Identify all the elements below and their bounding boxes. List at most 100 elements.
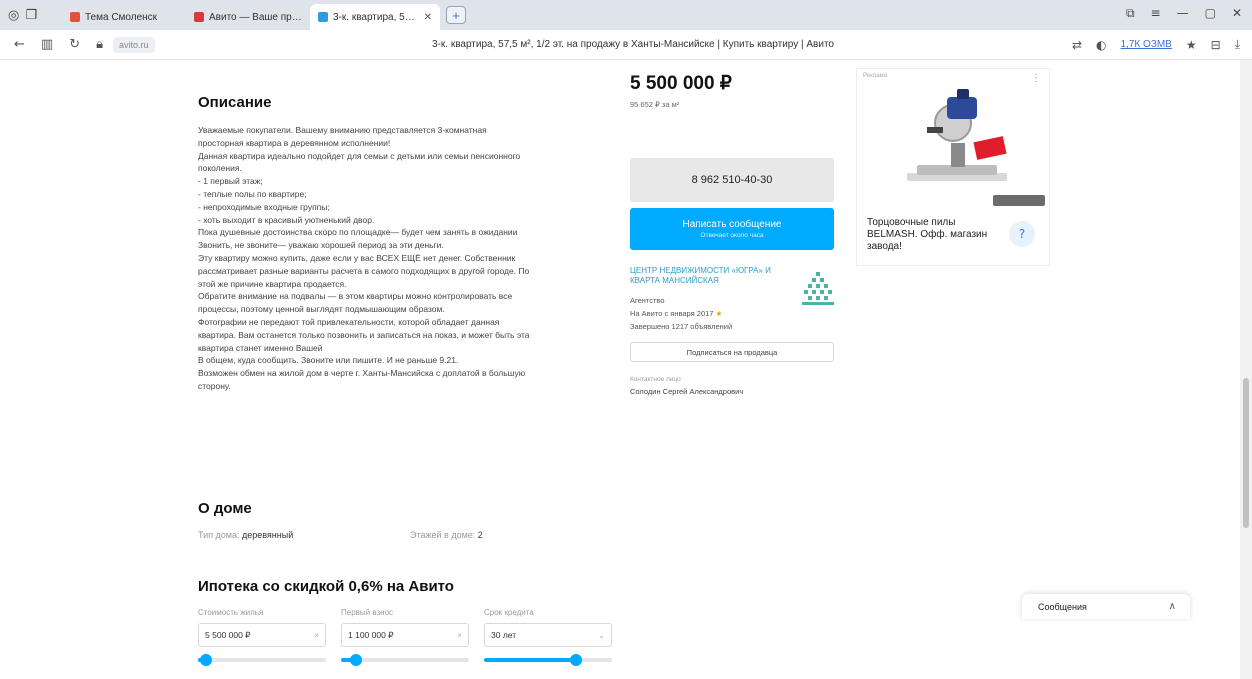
seller-since: На Авито с января 2017 ★: [630, 309, 722, 318]
messages-widget[interactable]: Сообщения ∧: [1022, 594, 1190, 619]
ad-banner[interactable]: Реклама ⋮ Торцовочные пилы BELMASH. Офф.…: [856, 68, 1050, 266]
description-line: сторону.: [198, 380, 231, 391]
domain-pill[interactable]: avito.ru: [113, 36, 155, 53]
tabs-icon[interactable]: ▥: [41, 37, 53, 52]
chevron-down-icon[interactable]: ⌄: [598, 631, 605, 640]
reading-list-icon[interactable]: ⊟: [1211, 38, 1221, 52]
page-scrollbar[interactable]: [1240, 60, 1252, 679]
description-line: - теплые полы по квартире;: [198, 188, 307, 199]
description-line: - хоть выходит в красивый уютненький дво…: [198, 214, 375, 225]
browser-tab-1[interactable]: Тема Смоленск: [62, 4, 186, 30]
description-line: квартира. Вам останется только позвонить…: [198, 329, 530, 340]
ad-tag: [993, 195, 1045, 206]
description-line: Пока душевные достоинства скоро по площа…: [198, 227, 518, 238]
contact-person-name: Солодин Сергей Александрович: [630, 387, 744, 396]
mortgage-down-payment-input[interactable]: 1 100 000 ₽ ×: [341, 623, 469, 647]
seller-since-text: На Авито с января 2017: [630, 309, 714, 318]
slider-handle[interactable]: [350, 654, 363, 666]
extension-icon[interactable]: ◐: [1096, 38, 1106, 52]
more-options-icon[interactable]: ⋮: [1031, 73, 1041, 84]
description-line: Уважаемые покупатели. Вашему вниманию пр…: [198, 125, 487, 135]
mortgage-price-slider[interactable]: [198, 654, 326, 666]
slider-fill: [484, 658, 577, 662]
write-message-button[interactable]: Написать сообщение Отвечает около часа: [630, 208, 834, 250]
mortgage-field-down-payment: Первый взнос 1 100 000 ₽ ×: [341, 608, 469, 666]
extension-link[interactable]: 1,7К ОЗМВ: [1121, 39, 1172, 50]
description-line: Обратите внимание на подвалы — в этом кв…: [198, 291, 513, 302]
seller-card: ЦЕНТР НЕДВИЖИМОСТИ «ЮГРА» И КВАРТА МАНСИ…: [630, 266, 836, 336]
mortgage-term-select[interactable]: 30 лет ⌄: [484, 623, 612, 647]
agency-name-link[interactable]: ЦЕНТР НЕДВИЖИМОСТИ «ЮГРА» И КВАРТА МАНСИ…: [630, 266, 786, 286]
description-line: рассматривает разные варианты расчета в …: [198, 265, 530, 276]
mortgage-price-input[interactable]: 5 500 000 ₽ ×: [198, 623, 326, 647]
mortgage-term-slider[interactable]: [484, 654, 612, 666]
description-line: поколения.: [198, 163, 242, 174]
bookmark-icon[interactable]: ★: [1186, 38, 1197, 52]
mortgage-field-value: 30 лет: [491, 630, 517, 640]
house-title: О доме: [198, 500, 252, 517]
mortgage-field-label: Стоимость жилья: [198, 608, 264, 617]
slider-handle[interactable]: [199, 654, 212, 666]
subscribe-seller-button[interactable]: Подписаться на продавца: [630, 342, 834, 362]
description-line: Эту квартиру можно купить, даже если у в…: [198, 252, 516, 263]
price-per-m2: 95 652 ₽ за м²: [630, 100, 680, 109]
address-bar: ← ▥ ↻ 🔒︎ avito.ru 3-к. квартира, 57,5 м²…: [0, 30, 1252, 60]
clear-icon[interactable]: ×: [457, 631, 462, 640]
scrollbar-thumb[interactable]: [1243, 378, 1249, 528]
description-line: квартира станет именно Вашей: [198, 342, 323, 353]
tab-favicon-icon: [194, 12, 204, 22]
ad-label: Реклама: [863, 73, 888, 79]
question-mark-icon[interactable]: ?: [1009, 221, 1035, 247]
chevron-up-icon[interactable]: ∧: [1169, 601, 1176, 612]
download-icon[interactable]: ⤓: [1235, 37, 1240, 52]
new-tab-button[interactable]: +: [446, 6, 466, 24]
description-line: этой же причине квартира продается.: [198, 278, 347, 289]
navigation-buttons: ← ▥ ↻ 🔒︎: [0, 37, 103, 52]
translate-icon[interactable]: ⇄: [1072, 38, 1082, 52]
house-floors-label: Этажей в доме:: [410, 530, 476, 540]
browser-tab-bar: ◎ ❐ Тема Смоленск Авито — Ваше приложе 3…: [0, 0, 1252, 30]
browser-tab-2[interactable]: Авито — Ваше приложе: [186, 4, 310, 30]
maximize-icon[interactable]: ▢: [1205, 6, 1216, 21]
description-line: просторная квартира в деревянном исполне…: [198, 137, 391, 148]
tab-title: 3-к. квартира, 57,5 м²,: [333, 11, 419, 23]
write-message-label: Написать сообщение: [682, 219, 782, 230]
description-line: Данная квартира идеально подойдет для се…: [198, 150, 521, 161]
seller-type: Агентство: [630, 296, 665, 305]
tab-actions-icon[interactable]: ❐: [25, 8, 37, 23]
browser-tab-active[interactable]: 3-к. квартира, 57,5 м², ✕: [310, 4, 440, 30]
description-line: Звонить, не звоните— уважаю хорошей пери…: [198, 240, 444, 251]
mortgage-field-term: Срок кредита 30 лет ⌄: [484, 608, 612, 666]
tab-favicon-icon: [318, 12, 328, 22]
collections-icon[interactable]: ⧉: [1126, 6, 1135, 21]
back-icon[interactable]: ←: [14, 37, 25, 52]
page-content: Описание Уважаемые покупатели. Вашему вн…: [0, 60, 1240, 679]
show-phone-button[interactable]: 8 962 510-40-30: [630, 158, 834, 202]
page-title[interactable]: 3-к. квартира, 57,5 м², 1/2 эт. на прода…: [432, 39, 834, 50]
close-window-icon[interactable]: ✕: [1232, 6, 1242, 21]
agency-logo-icon[interactable]: [800, 270, 836, 310]
mortgage-field-value: 1 100 000 ₽: [348, 629, 394, 640]
description-line: - 1 первый этаж;: [198, 176, 263, 187]
clear-icon[interactable]: ×: [314, 631, 319, 640]
description-line: В общем, куда сообщить. Звоните или пиши…: [198, 355, 459, 366]
mortgage-down-payment-slider[interactable]: [341, 654, 469, 666]
house-floors-value: 2: [477, 530, 483, 540]
tab-title: Авито — Ваше приложе: [209, 11, 302, 23]
tab-title: Тема Смоленск: [85, 11, 158, 23]
description-body: Уважаемые покупатели. Вашему вниманию пр…: [198, 124, 606, 393]
star-icon: ★: [715, 309, 723, 318]
menu-icon[interactable]: ≡: [1151, 6, 1161, 21]
profile-icon[interactable]: ◎: [8, 8, 19, 23]
mortgage-field-price: Стоимость жилья 5 500 000 ₽ ×: [198, 608, 326, 666]
description-line: - непроходимые входные группы;: [198, 201, 330, 212]
seller-listings-count: Завершено 1217 объявлений: [630, 322, 733, 331]
description-line: Возможен обмен на жилой дом в черте г. Х…: [198, 368, 526, 379]
slider-handle[interactable]: [570, 654, 583, 666]
minimize-icon[interactable]: —: [1177, 6, 1189, 21]
house-type-value: деревянный: [241, 530, 294, 540]
reload-icon[interactable]: ↻: [69, 37, 80, 52]
close-tab-icon[interactable]: ✕: [424, 12, 432, 23]
site-info-icon[interactable]: 🔒︎: [96, 37, 103, 52]
mortgage-field-label: Срок кредита: [484, 608, 534, 617]
